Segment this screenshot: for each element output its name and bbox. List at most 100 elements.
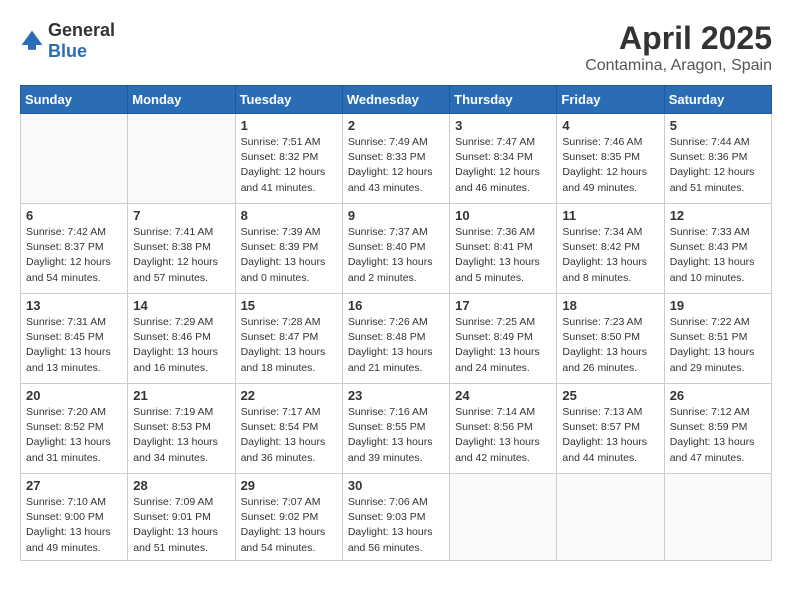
day-number: 17	[455, 298, 551, 313]
day-number: 6	[26, 208, 122, 223]
calendar-cell: 9 Sunrise: 7:37 AMSunset: 8:40 PMDaylight…	[342, 204, 449, 294]
day-info: Sunrise: 7:39 AMSunset: 8:39 PMDaylight:…	[241, 225, 337, 286]
calendar-week-row: 20Sunrise: 7:20 AMSunset: 8:52 PMDayligh…	[21, 384, 772, 474]
day-number: 13	[26, 298, 122, 313]
day-of-week-header: Wednesday	[342, 86, 449, 114]
location-title: Contamina, Aragon, Spain	[585, 57, 772, 75]
calendar-week-row: 6 Sunrise: 7:42 AMSunset: 8:37 PMDaylight…	[21, 204, 772, 294]
logo-general: General	[48, 20, 115, 40]
header: General Blue April 2025 Contamina, Arago…	[20, 20, 772, 75]
day-info: Sunrise: 7:22 AMSunset: 8:51 PMDaylight:…	[670, 315, 766, 376]
day-number: 23	[348, 388, 444, 403]
calendar-cell	[450, 474, 557, 561]
calendar-cell: 11Sunrise: 7:34 AMSunset: 8:42 PMDayligh…	[557, 204, 664, 294]
calendar-cell: 6 Sunrise: 7:42 AMSunset: 8:37 PMDaylight…	[21, 204, 128, 294]
calendar-cell: 19 Sunrise: 7:22 AMSunset: 8:51 PMDayligh…	[664, 294, 771, 384]
calendar-cell: 25 Sunrise: 7:13 AMSunset: 8:57 PMDayligh…	[557, 384, 664, 474]
day-info: Sunrise: 7:46 AMSunset: 8:35 PMDaylight:…	[562, 135, 658, 196]
calendar-cell: 29 Sunrise: 7:07 AMSunset: 9:02 PMDayligh…	[235, 474, 342, 561]
day-info: Sunrise: 7:51 AMSunset: 8:32 PMDaylight:…	[241, 135, 337, 196]
day-info: Sunrise: 7:49 AMSunset: 8:33 PMDaylight:…	[348, 135, 444, 196]
calendar-cell: 22 Sunrise: 7:17 AMSunset: 8:54 PMDayligh…	[235, 384, 342, 474]
calendar-cell: 13Sunrise: 7:31 AMSunset: 8:45 PMDayligh…	[21, 294, 128, 384]
day-number: 24	[455, 388, 551, 403]
day-number: 22	[241, 388, 337, 403]
day-of-week-header: Sunday	[21, 86, 128, 114]
day-of-week-header: Friday	[557, 86, 664, 114]
day-number: 15	[241, 298, 337, 313]
calendar-cell: 14 Sunrise: 7:29 AMSunset: 8:46 PMDayligh…	[128, 294, 235, 384]
day-of-week-header: Thursday	[450, 86, 557, 114]
calendar-cell: 24 Sunrise: 7:14 AMSunset: 8:56 PMDayligh…	[450, 384, 557, 474]
calendar-cell: 23Sunrise: 7:16 AMSunset: 8:55 PMDayligh…	[342, 384, 449, 474]
day-number: 28	[133, 478, 229, 493]
calendar-cell	[21, 114, 128, 204]
calendar-cell: 21Sunrise: 7:19 AMSunset: 8:53 PMDayligh…	[128, 384, 235, 474]
day-number: 14	[133, 298, 229, 313]
day-number: 9	[348, 208, 444, 223]
calendar-body: 1 Sunrise: 7:51 AMSunset: 8:32 PMDaylight…	[21, 114, 772, 561]
calendar-week-row: 1 Sunrise: 7:51 AMSunset: 8:32 PMDaylight…	[21, 114, 772, 204]
calendar-cell	[128, 114, 235, 204]
calendar-cell: 8Sunrise: 7:39 AMSunset: 8:39 PMDaylight…	[235, 204, 342, 294]
calendar-cell: 20Sunrise: 7:20 AMSunset: 8:52 PMDayligh…	[21, 384, 128, 474]
calendar-week-row: 27Sunrise: 7:10 AMSunset: 9:00 PMDayligh…	[21, 474, 772, 561]
calendar-cell: 7 Sunrise: 7:41 AMSunset: 8:38 PMDaylight…	[128, 204, 235, 294]
calendar-cell	[557, 474, 664, 561]
calendar-cell: 12Sunrise: 7:33 AMSunset: 8:43 PMDayligh…	[664, 204, 771, 294]
day-number: 4	[562, 118, 658, 133]
title-area: April 2025 Contamina, Aragon, Spain	[585, 20, 772, 75]
day-number: 1	[241, 118, 337, 133]
day-info: Sunrise: 7:17 AMSunset: 8:54 PMDaylight:…	[241, 405, 337, 466]
day-number: 30	[348, 478, 444, 493]
calendar-cell	[664, 474, 771, 561]
day-info: Sunrise: 7:20 AMSunset: 8:52 PMDaylight:…	[26, 405, 122, 466]
day-info: Sunrise: 7:09 AMSunset: 9:01 PMDaylight:…	[133, 495, 229, 556]
day-number: 11	[562, 208, 658, 223]
calendar-cell: 26 Sunrise: 7:12 AMSunset: 8:59 PMDayligh…	[664, 384, 771, 474]
calendar-cell: 1 Sunrise: 7:51 AMSunset: 8:32 PMDaylight…	[235, 114, 342, 204]
logo: General Blue	[20, 20, 115, 62]
calendar-cell: 30 Sunrise: 7:06 AMSunset: 9:03 PMDayligh…	[342, 474, 449, 561]
day-info: Sunrise: 7:25 AMSunset: 8:49 PMDaylight:…	[455, 315, 551, 376]
day-number: 27	[26, 478, 122, 493]
day-info: Sunrise: 7:26 AMSunset: 8:48 PMDaylight:…	[348, 315, 444, 376]
day-info: Sunrise: 7:28 AMSunset: 8:47 PMDaylight:…	[241, 315, 337, 376]
day-info: Sunrise: 7:14 AMSunset: 8:56 PMDaylight:…	[455, 405, 551, 466]
day-number: 26	[670, 388, 766, 403]
day-info: Sunrise: 7:42 AMSunset: 8:37 PMDaylight:…	[26, 225, 122, 286]
day-number: 16	[348, 298, 444, 313]
day-number: 7	[133, 208, 229, 223]
day-of-week-header: Tuesday	[235, 86, 342, 114]
day-info: Sunrise: 7:13 AMSunset: 8:57 PMDaylight:…	[562, 405, 658, 466]
month-title: April 2025	[585, 20, 772, 57]
day-info: Sunrise: 7:37 AMSunset: 8:40 PMDaylight:…	[348, 225, 444, 286]
day-info: Sunrise: 7:12 AMSunset: 8:59 PMDaylight:…	[670, 405, 766, 466]
day-number: 2	[348, 118, 444, 133]
calendar-cell: 15 Sunrise: 7:28 AMSunset: 8:47 PMDayligh…	[235, 294, 342, 384]
day-info: Sunrise: 7:36 AMSunset: 8:41 PMDaylight:…	[455, 225, 551, 286]
calendar-header-row: SundayMondayTuesdayWednesdayThursdayFrid…	[21, 86, 772, 114]
day-of-week-header: Saturday	[664, 86, 771, 114]
day-info: Sunrise: 7:47 AMSunset: 8:34 PMDaylight:…	[455, 135, 551, 196]
calendar-cell: 4 Sunrise: 7:46 AMSunset: 8:35 PMDaylight…	[557, 114, 664, 204]
day-info: Sunrise: 7:41 AMSunset: 8:38 PMDaylight:…	[133, 225, 229, 286]
day-number: 19	[670, 298, 766, 313]
day-info: Sunrise: 7:07 AMSunset: 9:02 PMDaylight:…	[241, 495, 337, 556]
day-info: Sunrise: 7:44 AMSunset: 8:36 PMDaylight:…	[670, 135, 766, 196]
day-number: 3	[455, 118, 551, 133]
day-info: Sunrise: 7:29 AMSunset: 8:46 PMDaylight:…	[133, 315, 229, 376]
day-number: 25	[562, 388, 658, 403]
day-info: Sunrise: 7:23 AMSunset: 8:50 PMDaylight:…	[562, 315, 658, 376]
day-number: 29	[241, 478, 337, 493]
calendar-cell: 27Sunrise: 7:10 AMSunset: 9:00 PMDayligh…	[21, 474, 128, 561]
day-number: 12	[670, 208, 766, 223]
calendar-cell: 2 Sunrise: 7:49 AMSunset: 8:33 PMDaylight…	[342, 114, 449, 204]
calendar-cell: 28 Sunrise: 7:09 AMSunset: 9:01 PMDayligh…	[128, 474, 235, 561]
calendar-cell: 3 Sunrise: 7:47 AMSunset: 8:34 PMDaylight…	[450, 114, 557, 204]
calendar-cell: 17 Sunrise: 7:25 AMSunset: 8:49 PMDayligh…	[450, 294, 557, 384]
calendar-cell: 18 Sunrise: 7:23 AMSunset: 8:50 PMDayligh…	[557, 294, 664, 384]
day-number: 18	[562, 298, 658, 313]
day-info: Sunrise: 7:06 AMSunset: 9:03 PMDaylight:…	[348, 495, 444, 556]
day-number: 21	[133, 388, 229, 403]
